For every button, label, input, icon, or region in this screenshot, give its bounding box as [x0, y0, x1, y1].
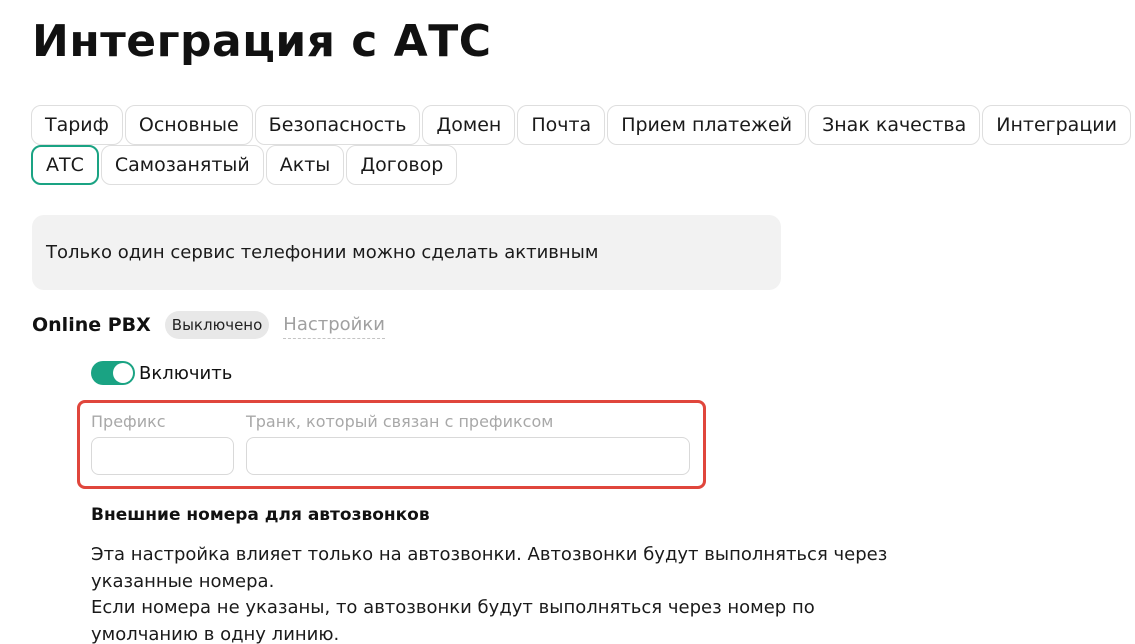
tab-mail[interactable]: Почта	[517, 105, 606, 145]
trunk-label: Транк, который связан с префиксом	[246, 412, 554, 431]
page: Интеграция с АТС Тариф Основные Безопасн…	[0, 0, 1135, 644]
tab-ats[interactable]: АТС	[31, 145, 99, 185]
description-line-3: Если номера не указаны, то автозвонки бу…	[91, 597, 815, 618]
enable-toggle-row: Включить	[91, 361, 232, 385]
prefix-input[interactable]	[91, 437, 234, 475]
service-name: Online PBX	[32, 314, 151, 336]
description-line-4: умолчанию в одну линию.	[91, 623, 340, 644]
tab-tariff[interactable]: Тариф	[31, 105, 123, 145]
toggle-knob	[113, 363, 133, 383]
tabs-row-2: АТС Самозанятый Акты Договор	[31, 145, 458, 185]
trunk-input[interactable]	[246, 437, 690, 475]
tab-integrations[interactable]: Интеграции	[982, 105, 1131, 145]
description-line-2: указанные номера.	[91, 570, 275, 592]
external-numbers-title: Внешние номера для автозвонков	[91, 505, 430, 525]
description-line-1: Эта настройка влияет только на автозвонк…	[91, 544, 888, 565]
prefix-label: Префикс	[91, 412, 166, 431]
enable-toggle-label: Включить	[139, 362, 233, 384]
settings-link[interactable]: Настройки	[283, 312, 385, 339]
tab-self-employed[interactable]: Самозанятый	[100, 145, 264, 185]
tabs-row-1: Тариф Основные Безопасность Домен Почта …	[31, 105, 1131, 145]
tab-quality-mark[interactable]: Знак качества	[808, 105, 981, 145]
tab-domain[interactable]: Домен	[422, 105, 516, 145]
tab-main[interactable]: Основные	[124, 105, 253, 145]
external-numbers-description: Эта настройка влияет только на автозвонк…	[91, 542, 911, 644]
service-header: Online PBX Выключено Настройки	[32, 310, 385, 340]
page-title: Интеграция с АТС	[32, 16, 492, 67]
status-badge: Выключено	[164, 311, 270, 339]
tab-contract[interactable]: Договор	[346, 145, 458, 185]
notice-box: Только один сервис телефонии можно сдела…	[32, 215, 781, 290]
tab-security[interactable]: Безопасность	[254, 105, 421, 145]
tab-payments[interactable]: Прием платежей	[607, 105, 807, 145]
tab-acts[interactable]: Акты	[265, 145, 345, 185]
enable-toggle[interactable]	[91, 361, 135, 385]
